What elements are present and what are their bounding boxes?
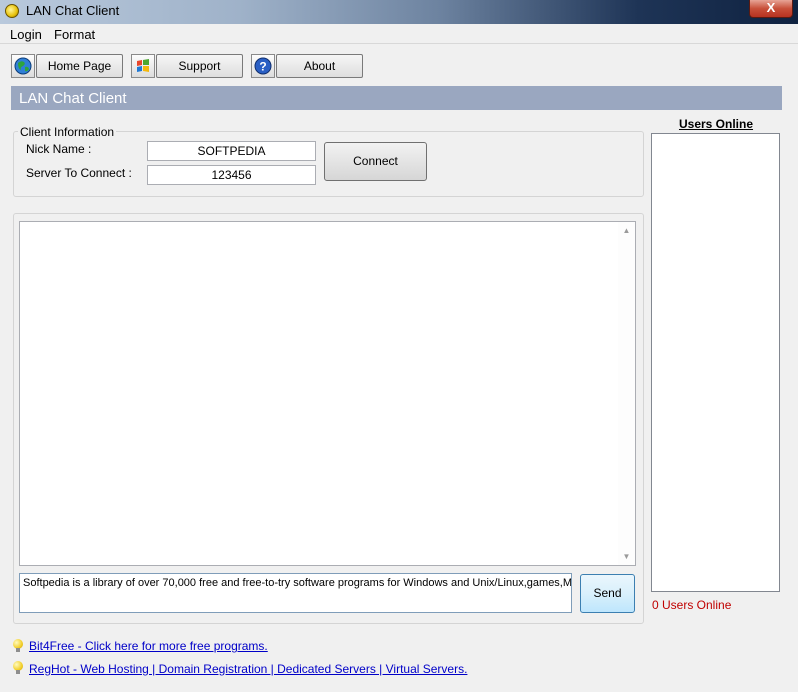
app-icon [5, 4, 19, 18]
menu-login[interactable]: Login [10, 27, 42, 42]
message-input[interactable]: Softpedia is a library of over 70,000 fr… [19, 573, 572, 613]
header-band: LAN Chat Client [11, 86, 782, 110]
lightbulb-icon [13, 661, 23, 675]
nick-name-input[interactable]: SOFTPEDIA [147, 141, 316, 161]
home-page-button[interactable]: Home Page [36, 54, 123, 78]
users-online-title: Users Online [678, 117, 754, 131]
chat-scrollbar[interactable]: ▲ ▼ [618, 222, 635, 565]
send-button[interactable]: Send [580, 574, 635, 613]
header-title: LAN Chat Client [19, 90, 127, 107]
help-icon[interactable]: ? [251, 54, 275, 78]
title-bar: LAN Chat Client X [0, 0, 798, 24]
users-online-count: 0 Users Online [652, 598, 732, 612]
menu-format[interactable]: Format [54, 27, 95, 42]
lightbulb-icon [13, 639, 23, 653]
server-label: Server To Connect : [26, 166, 132, 180]
client-info-title: Client Information [18, 125, 117, 139]
scroll-down-arrow-icon[interactable]: ▼ [618, 548, 635, 565]
reghot-link[interactable]: RegHot - Web Hosting | Domain Registrati… [29, 662, 467, 676]
server-input[interactable]: 123456 [147, 165, 316, 185]
window-title: LAN Chat Client [26, 3, 120, 18]
close-button[interactable]: X [749, 0, 793, 18]
users-list[interactable] [651, 133, 780, 592]
windows-logo-icon[interactable] [131, 54, 155, 78]
support-button[interactable]: Support [156, 54, 243, 78]
about-button[interactable]: About [276, 54, 363, 78]
nick-name-label: Nick Name : [26, 142, 92, 156]
globe-icon[interactable] [11, 54, 35, 78]
svg-text:?: ? [259, 60, 266, 74]
connect-button[interactable]: Connect [324, 142, 427, 181]
chat-history[interactable]: ▲ ▼ [19, 221, 636, 566]
menu-bar: Login Format [0, 25, 798, 44]
scroll-up-arrow-icon[interactable]: ▲ [618, 222, 635, 239]
bit4free-link[interactable]: Bit4Free - Click here for more free prog… [29, 639, 268, 653]
